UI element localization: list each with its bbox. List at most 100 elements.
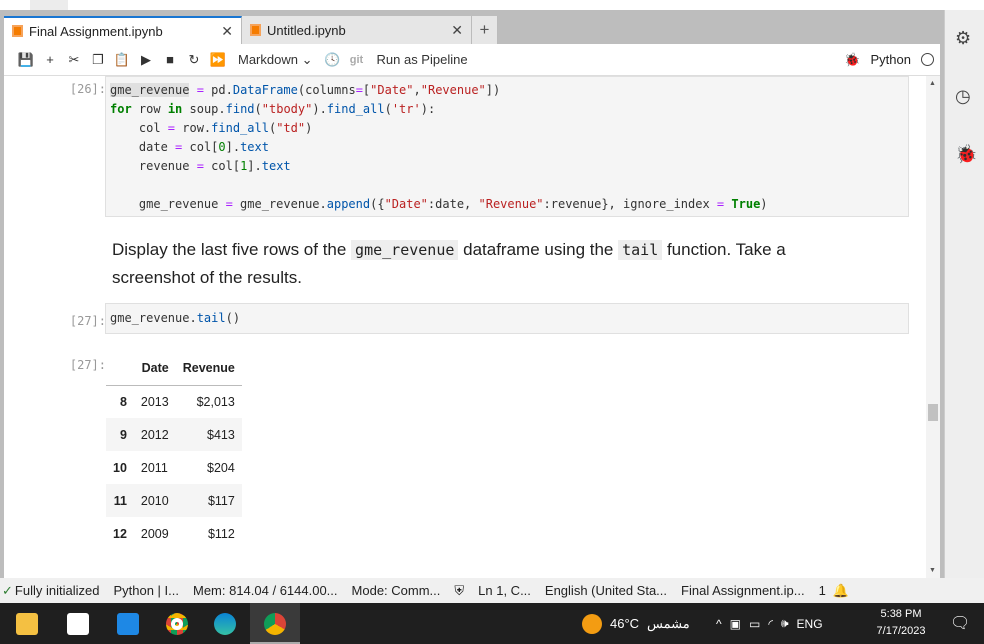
input-language[interactable]: ENG <box>797 617 823 631</box>
status-init: Fully initialized <box>14 583 100 598</box>
table-row: 9 2012 $413 <box>106 418 242 451</box>
code-line: gme_revenue = gme_revenue.append({"Date"… <box>110 195 904 214</box>
md-code: tail <box>618 240 663 260</box>
cell-date: 2013 <box>140 394 169 409</box>
tab-final-assignment[interactable]: Final Assignment.ipynb ✕ <box>4 16 242 44</box>
tab-label: Untitled.ipynb <box>267 22 346 38</box>
debugger-bug-icon[interactable]: 🐞 <box>844 52 860 68</box>
cell-rev: $413 <box>207 427 235 442</box>
cut-icon[interactable]: ✂ <box>62 52 86 68</box>
edge-icon[interactable] <box>214 613 236 635</box>
markdown-cell[interactable]: Display the last five rows of the gme_re… <box>112 236 832 292</box>
table-row: 12 2009 $112 <box>106 517 242 550</box>
chevron-up-icon[interactable]: ^ <box>716 617 722 631</box>
volume-icon[interactable]: 🕪 <box>781 616 789 631</box>
bell-icon[interactable]: 🔔 <box>826 583 856 599</box>
run-icon[interactable]: ▶ <box>134 52 158 68</box>
windows-taskbar: 46°C مشمس ^ ▣ ▭ ◜ 🕪 ENG 5:38 PM 7/17/202… <box>0 603 984 644</box>
code-token: True <box>731 197 761 211</box>
code-token: tail <box>196 311 226 325</box>
weather-widget[interactable]: 46°C مشمس <box>582 603 690 644</box>
debugger-bug-icon[interactable]: 🐞 <box>955 144 977 165</box>
new-tab-button[interactable]: + <box>472 16 498 44</box>
clock-date: 7/17/2023 <box>876 625 926 637</box>
copy-icon[interactable]: ❐ <box>86 52 110 68</box>
status-language[interactable]: English (United Sta... <box>538 583 674 598</box>
shield-icon[interactable]: ⛨ <box>447 583 471 599</box>
active-chrome-button[interactable] <box>250 603 300 644</box>
run-all-icon[interactable]: ⏩ <box>206 52 230 68</box>
code-token: ]. <box>247 159 262 173</box>
cell-date: 2012 <box>140 427 169 442</box>
file-explorer-icon[interactable] <box>16 613 38 635</box>
sun-icon <box>582 613 602 634</box>
mail-icon[interactable] <box>117 613 139 635</box>
clock-icon[interactable]: 🕓 <box>321 52 345 68</box>
tab-untitled[interactable]: Untitled.ipynb ✕ <box>242 16 472 44</box>
notebook-tabs: Final Assignment.ipynb ✕ Untitled.ipynb … <box>4 16 498 44</box>
table-row: 10 2011 $204 <box>106 451 242 484</box>
code-token: ]) <box>485 83 501 97</box>
status-file: Final Assignment.ip... <box>681 583 805 598</box>
code-cell-26[interactable]: gme_revenue = pd.DataFrame(columns=["Dat… <box>105 76 909 217</box>
kernel-name[interactable]: Python <box>871 52 911 67</box>
code-token: "td" <box>276 121 306 135</box>
save-icon[interactable]: 💾 <box>14 52 38 68</box>
cell-type-label: Markdown <box>238 51 298 67</box>
status-kernel[interactable]: Python | I... <box>106 583 186 598</box>
store-icon[interactable] <box>67 613 89 635</box>
cell-prompt: [26]: <box>69 82 106 96</box>
code-token: :revenue}, ignore_index <box>543 197 717 211</box>
wifi-icon[interactable]: ◜ <box>768 617 773 631</box>
code-token: gme_revenue. <box>232 197 327 211</box>
code-cell-27[interactable]: gme_revenue.tail() <box>105 303 909 334</box>
clock[interactable]: 5:38 PM 7/17/2023 <box>866 606 936 640</box>
stop-icon[interactable]: ■ <box>158 52 182 67</box>
property-inspector-gear-icon[interactable]: ⚙ <box>955 28 971 49</box>
code-token: , <box>413 83 421 97</box>
chrome-icon[interactable] <box>166 613 188 635</box>
cell-idx: 11 <box>113 493 127 508</box>
code-token: date <box>110 140 176 154</box>
cell-rev: $2,013 <box>196 394 235 409</box>
status-position[interactable]: Ln 1, C... <box>471 583 538 598</box>
kernel-status-icon <box>921 53 934 66</box>
jupyterlab-app: Final Assignment.ipynb ✕ Untitled.ipynb … <box>0 10 944 578</box>
code-token: col[ <box>182 140 219 154</box>
restart-icon[interactable]: ↻ <box>182 52 206 68</box>
code-line: revenue = col[1].text <box>110 157 904 176</box>
app-tray-icon[interactable]: ▣ <box>730 617 741 631</box>
browser-tab-remnant[interactable] <box>30 0 68 10</box>
run-pipeline-button[interactable]: Run as Pipeline <box>369 52 476 67</box>
code-token: append <box>326 197 371 211</box>
cell-type-select[interactable]: Markdown ⌄ <box>230 52 321 68</box>
code-token: DataFrame <box>232 83 298 97</box>
vertical-scrollbar[interactable]: ▲ ▼ <box>926 76 940 578</box>
code-token: for <box>110 102 132 116</box>
scroll-up-icon[interactable]: ▲ <box>929 80 936 87</box>
code-token: ]. <box>225 140 241 154</box>
add-cell-icon[interactable]: + <box>38 52 62 67</box>
weather-temp: 46°C <box>610 616 640 631</box>
code-token: find_all <box>326 102 385 116</box>
cell-date: 2011 <box>140 460 168 475</box>
code-token: "Revenue" <box>478 197 544 211</box>
gauge-icon[interactable]: ◷ <box>955 86 971 107</box>
header-date: Date <box>133 352 176 386</box>
notifications-icon[interactable]: 🗨 <box>950 613 970 633</box>
code-token: "Date" <box>370 83 414 97</box>
scrollbar-thumb[interactable] <box>928 404 938 421</box>
cell-idx: 10 <box>113 460 127 475</box>
code-token: text <box>240 140 269 154</box>
code-token: ) <box>305 121 313 135</box>
close-tab-icon[interactable]: ✕ <box>451 22 463 39</box>
close-tab-icon[interactable]: ✕ <box>221 23 233 40</box>
paste-icon[interactable]: 📋 <box>110 52 134 68</box>
scroll-down-icon[interactable]: ▼ <box>929 567 936 574</box>
output-dataframe: Date Revenue 8 2013 $2,013 9 2012 $413 10 2011 $… <box>106 352 242 550</box>
code-token: row <box>131 102 168 116</box>
git-icon[interactable]: git <box>345 54 369 66</box>
code-token: revenue <box>110 159 197 173</box>
battery-icon[interactable]: ▭ <box>749 617 760 631</box>
code-token: ) <box>760 197 768 211</box>
